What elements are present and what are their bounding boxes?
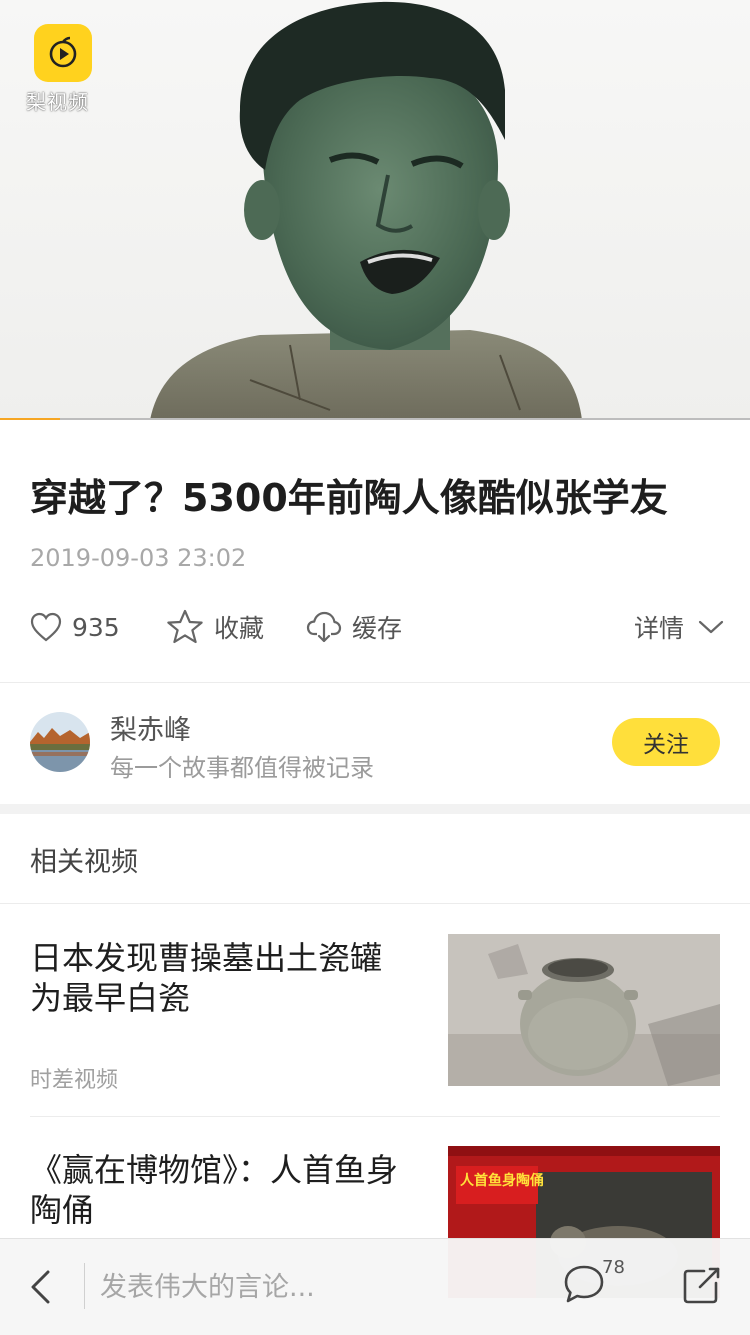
share-button[interactable] <box>680 1263 724 1307</box>
author-name[interactable]: 梨赤峰 <box>110 708 191 747</box>
divider <box>84 1263 85 1309</box>
cache-label: 缓存 <box>352 614 403 643</box>
porcelain-jar-thumbnail <box>448 934 720 1086</box>
related-section-title: 相关视频 <box>30 847 138 878</box>
author-bio: 每一个故事都值得被记录 <box>110 754 374 782</box>
pear-video-logo <box>34 24 92 82</box>
logo-text: 梨视频 <box>26 90 89 114</box>
follow-button[interactable]: 关注 <box>612 718 720 766</box>
cloud-download-icon <box>306 611 342 643</box>
favorite-button[interactable]: 收藏 <box>166 600 264 654</box>
action-bar: 935 收藏 缓存 详情 <box>0 600 750 654</box>
heart-icon <box>30 612 62 642</box>
related-video-item[interactable]: 日本发现曹操墓出土瓷罐为最早白瓷 时差视频 <box>30 934 720 1093</box>
bottom-bar: 78 <box>0 1238 750 1335</box>
like-button[interactable]: 935 <box>30 600 120 654</box>
play-icon <box>49 36 77 68</box>
like-count: 935 <box>72 612 120 642</box>
details-label: 详情 <box>634 614 685 643</box>
related-video-title: 日本发现曹操墓出土瓷罐为最早白瓷 <box>30 939 383 1017</box>
related-video-source: 时差视频 <box>30 1068 119 1093</box>
back-icon <box>31 1270 50 1304</box>
video-progress-bar[interactable] <box>0 418 750 420</box>
avatar[interactable] <box>30 712 90 772</box>
publish-date: 2019-09-03 23:02 <box>30 544 247 572</box>
related-video-title: 《赢在博物馆》：人首鱼身陶俑 <box>30 1151 399 1229</box>
author-card[interactable]: 梨赤峰 每一个故事都值得被记录 关注 <box>0 684 750 804</box>
details-toggle[interactable]: 详情 <box>634 600 726 654</box>
comment-count: 78 <box>602 1257 625 1278</box>
related-video-thumbnail[interactable] <box>448 934 720 1086</box>
divider <box>0 682 750 683</box>
star-icon <box>167 609 203 644</box>
avatar-image <box>30 712 90 772</box>
video-progress-fill <box>0 418 60 420</box>
cache-button[interactable]: 缓存 <box>306 600 402 654</box>
section-gap <box>0 804 750 814</box>
comment-icon <box>564 1265 604 1303</box>
divider <box>30 1116 720 1117</box>
comments-button[interactable] <box>560 1261 608 1309</box>
video-frame-image <box>150 1 582 420</box>
share-icon <box>683 1267 720 1304</box>
comment-input[interactable] <box>100 1263 520 1311</box>
favorite-label: 收藏 <box>214 614 265 643</box>
thumbnail-caption: 人首鱼身陶俑 <box>460 1173 544 1189</box>
video-title: 穿越了？5300年前陶人像酷似张学友 <box>30 476 668 520</box>
chevron-down-icon <box>698 620 724 634</box>
divider <box>0 903 750 904</box>
back-button[interactable] <box>20 1265 60 1309</box>
video-player[interactable]: 梨视频 <box>0 0 750 420</box>
